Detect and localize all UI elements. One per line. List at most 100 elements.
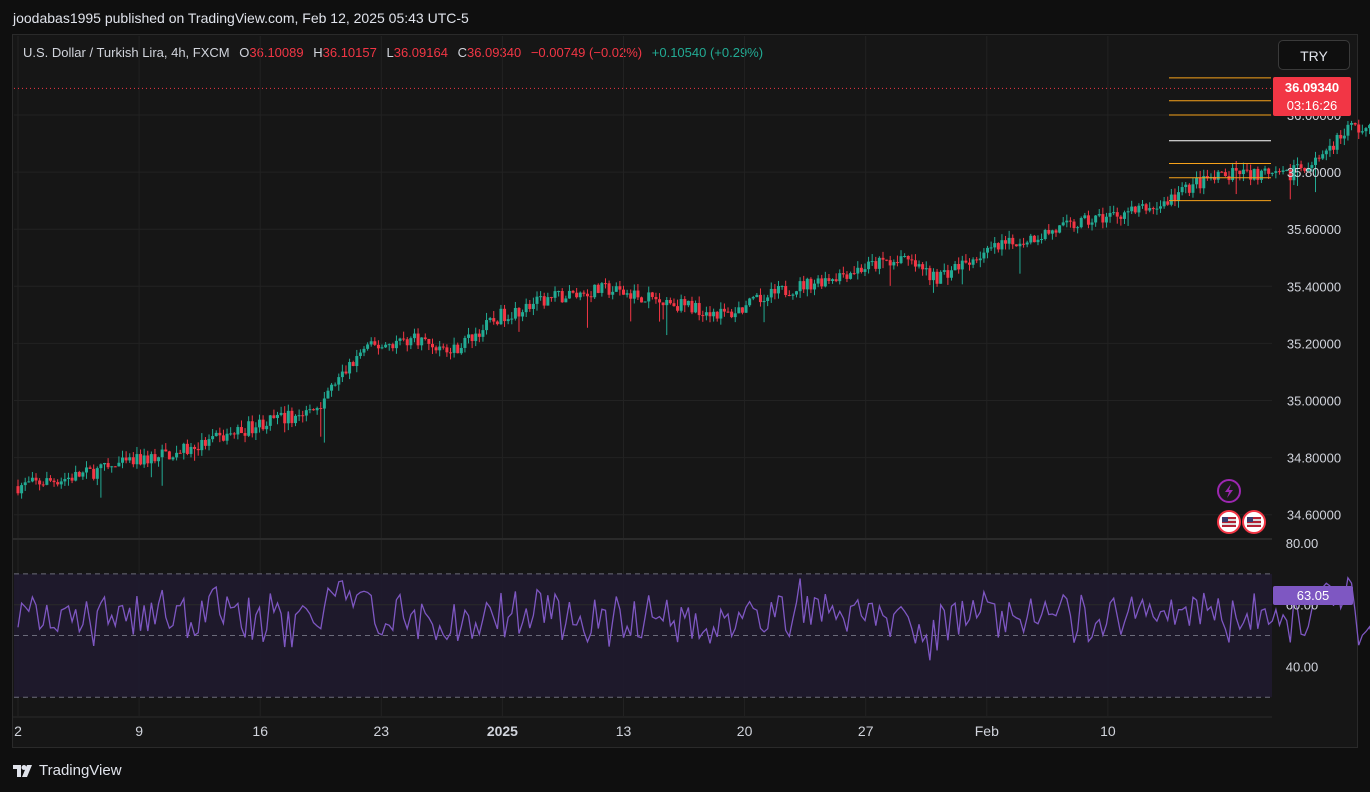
candle-body xyxy=(369,341,373,345)
candle-body xyxy=(1162,201,1166,207)
candle-body xyxy=(131,457,135,465)
candle-body xyxy=(924,268,928,270)
candle-body xyxy=(250,421,254,434)
candle-body xyxy=(665,299,669,306)
candle-body xyxy=(993,243,997,248)
candle-body xyxy=(575,292,579,298)
candle-body xyxy=(733,313,737,318)
candle-body xyxy=(686,300,690,306)
candle-body xyxy=(834,279,838,282)
candle-body xyxy=(996,243,1000,250)
us-flag-event-icon[interactable] xyxy=(1217,510,1241,534)
candle-body xyxy=(960,260,964,270)
candle-body xyxy=(1141,204,1144,206)
tradingview-logo[interactable]: TradingView xyxy=(13,762,122,779)
candle-body xyxy=(1169,194,1173,205)
candle-body xyxy=(1241,169,1245,175)
candle-body xyxy=(1281,170,1285,172)
candle-body xyxy=(1148,208,1152,211)
candle-body xyxy=(751,297,755,299)
candle-body xyxy=(391,344,395,349)
candle-body xyxy=(175,452,179,458)
candle-body xyxy=(1130,206,1134,212)
candle-body xyxy=(539,296,543,298)
candle-body xyxy=(189,446,193,454)
candle-body xyxy=(474,333,478,342)
candle-body xyxy=(34,477,38,481)
candle-body xyxy=(1353,122,1357,125)
candle-body xyxy=(362,348,366,353)
candle-body xyxy=(791,294,795,296)
candle-body xyxy=(373,341,377,345)
candle-body xyxy=(254,427,258,434)
candle-body xyxy=(384,344,388,348)
candle-body xyxy=(182,443,186,453)
candle-body xyxy=(975,259,979,261)
candle-body xyxy=(265,425,269,430)
rsi-tick-label: 40.00 xyxy=(1286,659,1319,674)
candle-body xyxy=(845,274,849,279)
candle-body xyxy=(704,312,708,316)
candle-body xyxy=(1245,169,1249,171)
candle-body xyxy=(77,471,81,477)
candle-body xyxy=(856,267,860,274)
candle-body xyxy=(986,247,990,253)
candle-body xyxy=(805,278,809,290)
candle-body xyxy=(1072,221,1076,229)
candle-body xyxy=(1043,230,1047,240)
last-price-label: 36.09340 xyxy=(1285,80,1339,95)
lightning-icon[interactable] xyxy=(1217,479,1241,503)
candle-body xyxy=(636,290,640,298)
candle-body xyxy=(1040,239,1044,241)
candle-body xyxy=(20,485,24,494)
candle-body xyxy=(445,347,449,353)
price-tick-label: 35.40000 xyxy=(1287,279,1341,294)
countdown-label: 03:16:26 xyxy=(1287,98,1338,113)
candle-body xyxy=(870,261,874,263)
time-axis[interactable]: 2 9 16 23 2025 13 20 27 Feb 10 xyxy=(14,723,1116,739)
candle-body xyxy=(776,286,780,294)
candle-body xyxy=(813,283,817,290)
candle-body xyxy=(1022,243,1026,245)
candle-body xyxy=(128,457,132,461)
rsi-tag: 63.05 xyxy=(1273,586,1353,605)
candle-body xyxy=(326,390,330,399)
candle-body xyxy=(1058,225,1062,233)
time-tick-label: 10 xyxy=(1100,723,1116,739)
candle-body xyxy=(38,480,42,485)
candle-body xyxy=(477,333,481,337)
price-chart[interactable]: 36.0000035.8000035.6000035.4000035.20000… xyxy=(0,0,1370,792)
candle-body xyxy=(344,371,348,374)
candle-body xyxy=(283,412,287,424)
candle-body xyxy=(838,273,842,282)
candle-body xyxy=(207,439,211,446)
candle-body xyxy=(1335,134,1339,150)
candle-body xyxy=(405,339,409,346)
candle-body xyxy=(164,449,168,452)
candle-body xyxy=(802,281,806,290)
candle-body xyxy=(578,292,582,298)
candle-body xyxy=(820,278,824,287)
candle-body xyxy=(1076,227,1080,229)
candle-body xyxy=(549,297,553,299)
candle-body xyxy=(1025,242,1029,245)
candle-body xyxy=(196,448,200,451)
candle-body xyxy=(63,479,67,482)
candle-body xyxy=(600,283,604,293)
candle-body xyxy=(1151,208,1155,210)
candle-body xyxy=(625,293,629,295)
candle-body xyxy=(1126,211,1130,213)
candle-body xyxy=(88,467,92,469)
candle-body xyxy=(178,452,182,454)
candle-body xyxy=(430,343,434,348)
candle-body xyxy=(412,333,416,339)
candle-body xyxy=(528,303,532,309)
candle-body xyxy=(567,290,571,299)
time-tick-label: 27 xyxy=(858,723,874,739)
candle-body xyxy=(1004,240,1008,244)
candle-body xyxy=(160,449,164,458)
us-flag-event-icon-2[interactable] xyxy=(1242,510,1266,534)
candle-body xyxy=(1166,201,1170,205)
candle-body xyxy=(1054,230,1058,233)
candle-body xyxy=(74,471,78,481)
